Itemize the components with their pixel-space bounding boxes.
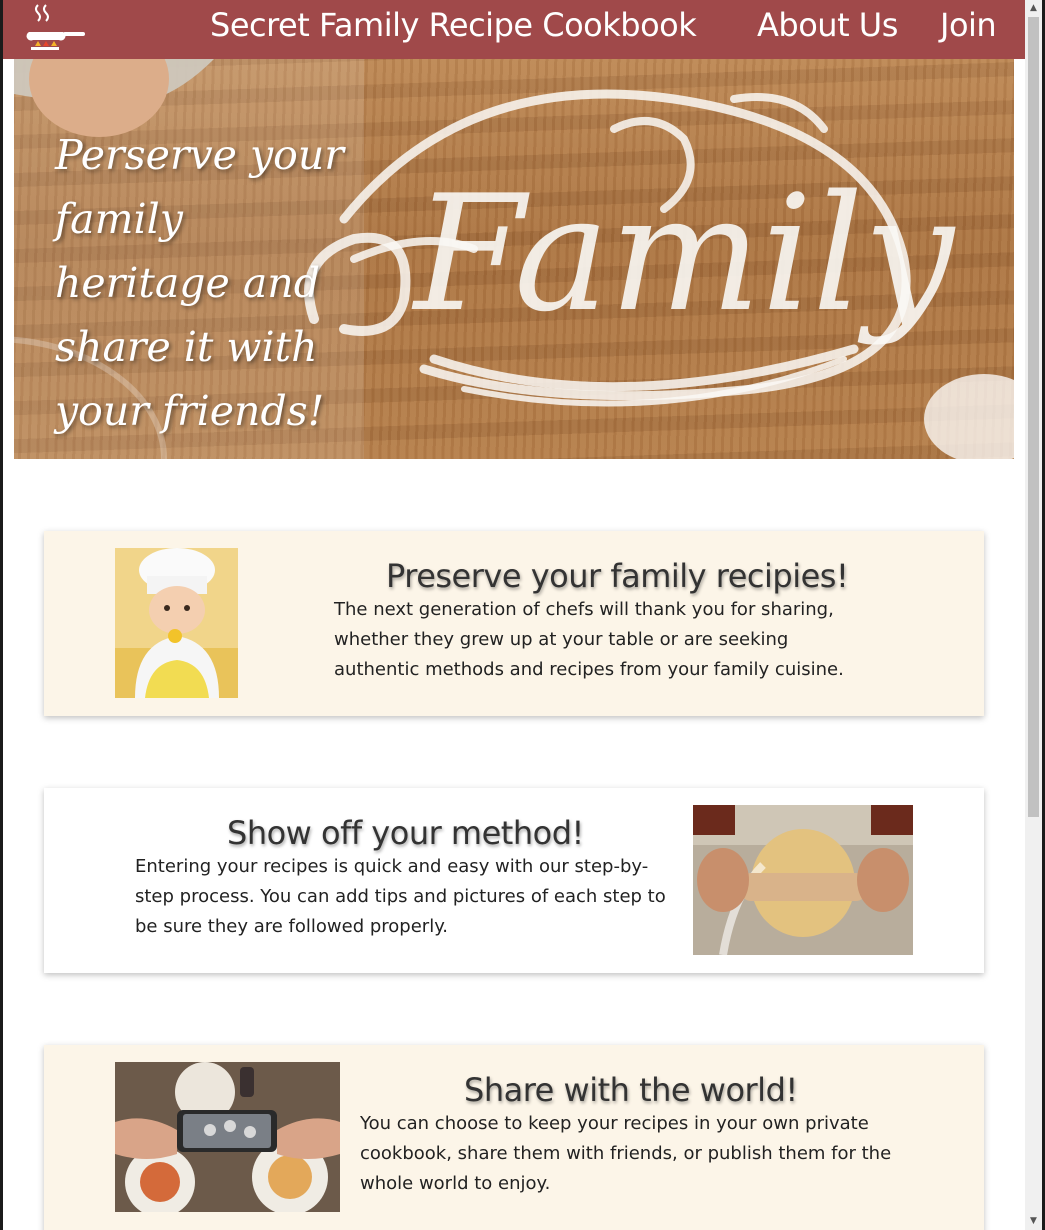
feature-title-preserve: Preserve your family recipies! xyxy=(386,557,849,595)
feature-body-method: Entering your recipes is quick and easy … xyxy=(135,856,666,937)
feature-body-preserve: The next generation of chefs will thank … xyxy=(334,599,844,680)
top-navbar: Secret Family Recipe Cookbook About Us J… xyxy=(3,0,1025,59)
feature-body-share: You can choose to keep your recipes in y… xyxy=(360,1113,892,1194)
feature-card-share: Share with the world! You can choose to … xyxy=(44,1045,984,1230)
feature-card-preserve: Preserve your family recipies! The next … xyxy=(44,531,984,716)
flour-word: Family xyxy=(411,160,957,347)
site-title[interactable]: Secret Family Recipe Cookbook xyxy=(210,6,697,44)
scrollbar-thumb[interactable] xyxy=(1028,17,1039,817)
page-scrollbar[interactable]: ▲ ▼ xyxy=(1025,0,1042,1230)
steaming-pan-icon[interactable] xyxy=(25,2,87,56)
nav-join-link[interactable]: Join xyxy=(940,6,997,44)
phone-food-photo xyxy=(115,1062,340,1212)
scroll-up-arrow-icon[interactable]: ▲ xyxy=(1025,0,1042,17)
feature-card-method: Show off your method! Entering your reci… xyxy=(44,788,984,973)
rolling-dough-photo xyxy=(693,805,913,955)
baby-chef-photo xyxy=(115,548,238,698)
feature-title-share: Share with the world! xyxy=(464,1071,798,1109)
hero-banner: Family Perserve your family heritage and… xyxy=(14,59,1014,459)
hero-tagline: Perserve your family heritage and share … xyxy=(55,131,344,435)
nav-about-us-link[interactable]: About Us xyxy=(757,6,898,44)
page: Secret Family Recipe Cookbook About Us J… xyxy=(3,0,1025,1230)
feature-title-method: Show off your method! xyxy=(227,814,584,852)
scroll-down-arrow-icon[interactable]: ▼ xyxy=(1025,1213,1042,1230)
